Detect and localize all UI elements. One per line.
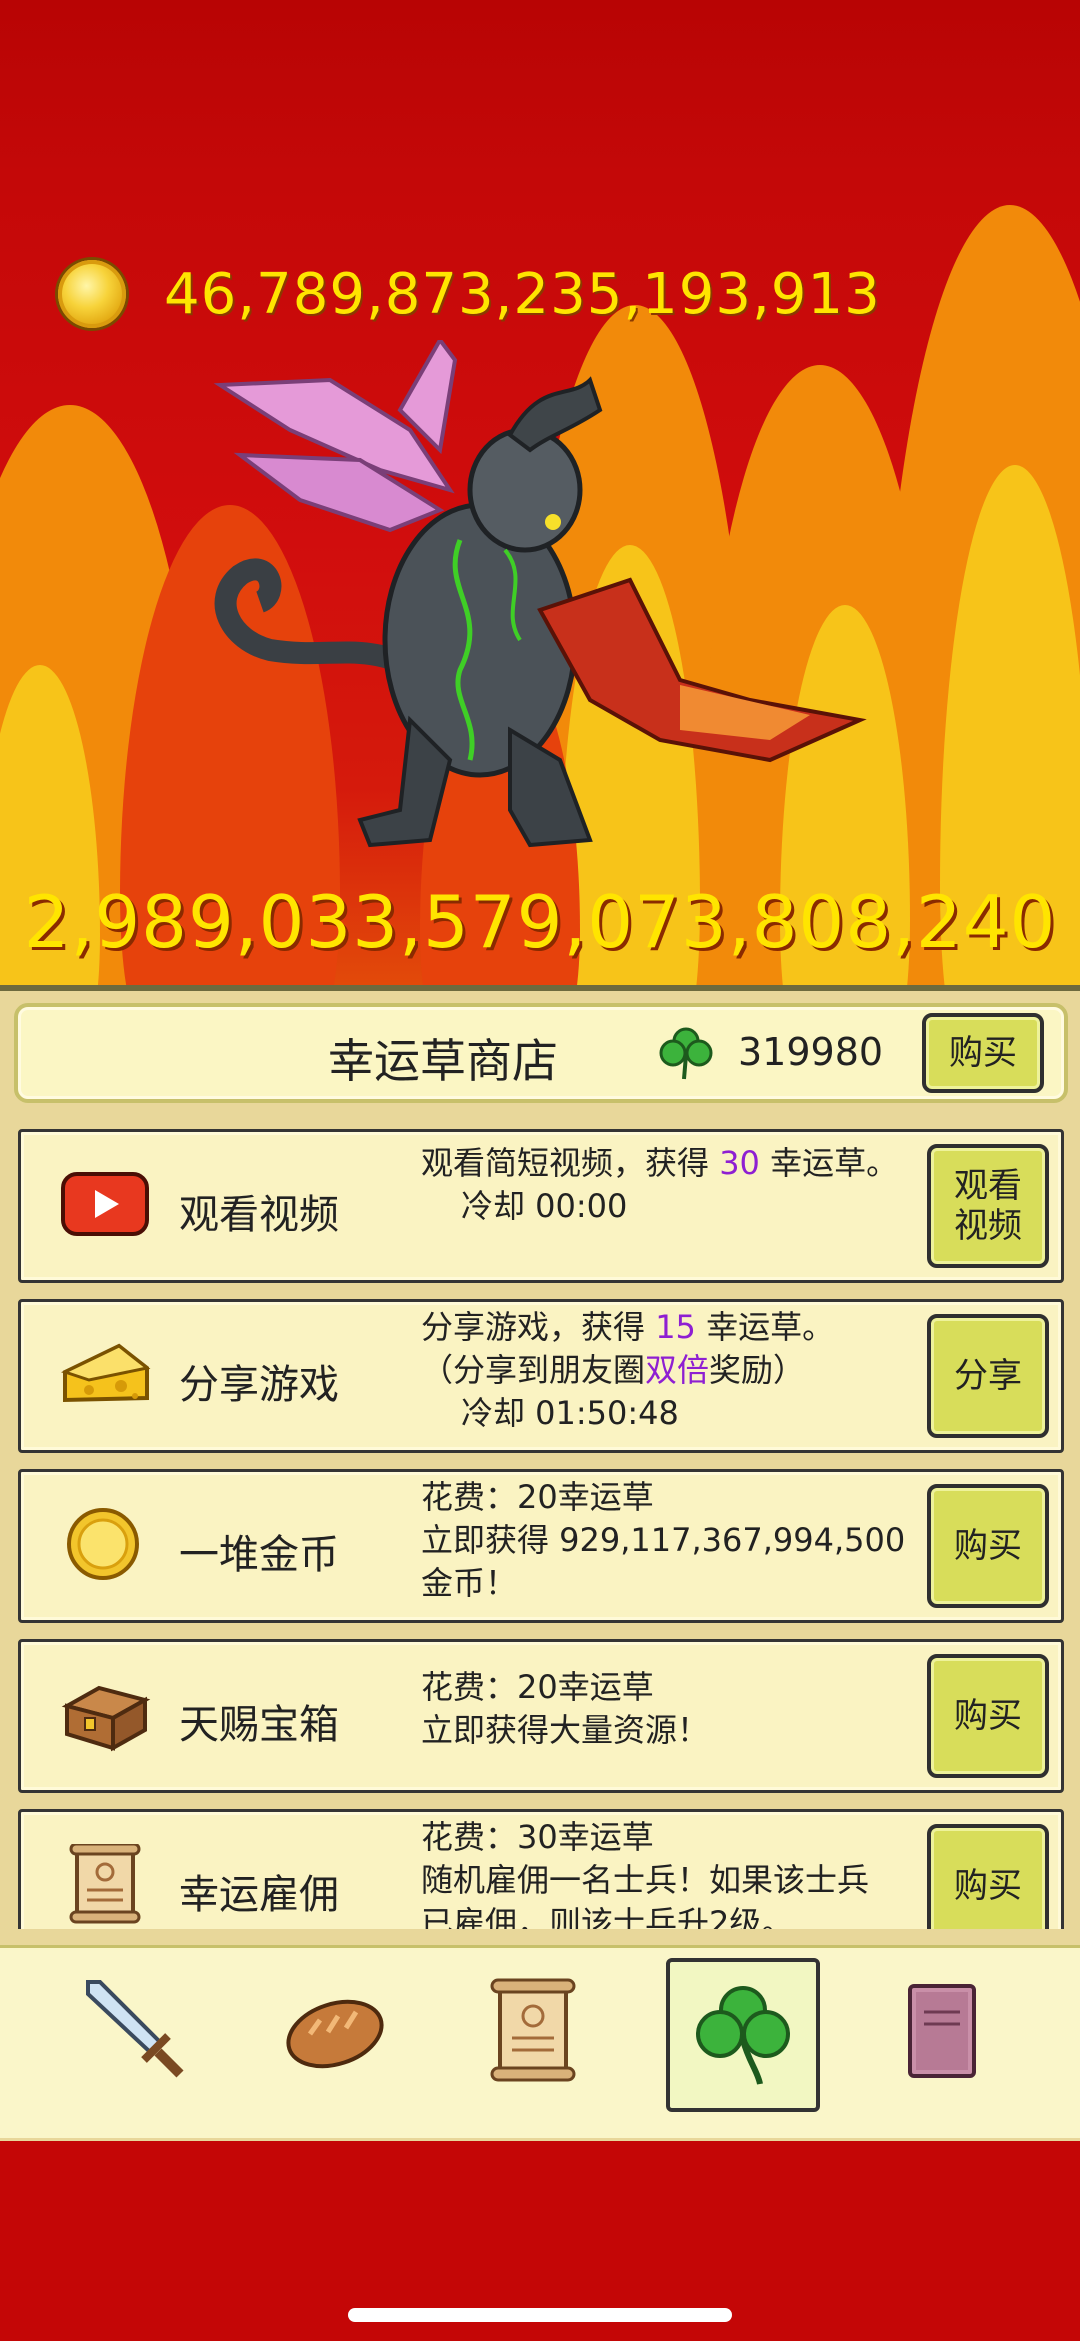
- scroll-icon: [69, 1844, 141, 1924]
- reward-amount: 30: [719, 1144, 760, 1182]
- desc-text: 观看简短视频，获得: [421, 1144, 720, 1182]
- scroll-icon: [490, 1978, 576, 2082]
- gold-amount: 46,789,873,235,193,913: [164, 261, 881, 327]
- monster-hp: 2,989,033,579,073,808,240: [23, 880, 1057, 964]
- tab-hire[interactable]: [460, 1958, 606, 2104]
- book-icon: [908, 1984, 976, 2078]
- item-description: 花费：20幸运草 立即获得大量资源！: [421, 1666, 709, 1752]
- cheese-icon: [61, 1343, 151, 1403]
- item-name: 一堆金币: [179, 1532, 339, 1578]
- tab-weapons[interactable]: [64, 1958, 210, 2104]
- item-name: 天赐宝箱: [179, 1702, 339, 1748]
- shop-item-gold-pile: 一堆金币 花费：20幸运草 立即获得 929,117,367,994,500 金…: [18, 1469, 1064, 1623]
- cost-text: 花费：20幸运草: [421, 1668, 654, 1706]
- desc-text: 幸运草。: [759, 1144, 899, 1182]
- shop-item-lucky-hire: 幸运雇佣 花费：30幸运草 随机雇佣一名士兵！如果该士兵 已雇佣，则该士兵升2级…: [18, 1809, 1064, 1929]
- clover-icon: [696, 1986, 790, 2085]
- shop-header: 幸运草商店 319980 购买: [14, 1003, 1068, 1103]
- clover-icon: [659, 1027, 713, 1080]
- watch-video-button[interactable]: 观看 视频: [927, 1144, 1049, 1268]
- desc-text: （分享到朋友圈: [421, 1351, 646, 1389]
- battle-scene: 46,789,873,235,193,913 2,989,033,579,073…: [0, 0, 1080, 985]
- gold-counter: 46,789,873,235,193,913: [58, 258, 881, 330]
- shop-item-treasure-chest: 天赐宝箱 花费：20幸运草 立即获得大量资源！ 购买: [18, 1639, 1064, 1793]
- desc-text: 已雇佣，则该士兵升2级。: [421, 1904, 794, 1929]
- desc-text: 分享游戏，获得: [421, 1308, 656, 1346]
- item-name: 分享游戏: [179, 1362, 339, 1408]
- reward-amount: 15: [655, 1308, 696, 1346]
- sword-icon: [86, 1980, 184, 2078]
- share-button[interactable]: 分享: [927, 1314, 1049, 1438]
- desc-text: 立即获得大量资源！: [421, 1711, 710, 1749]
- dragon-monster[interactable]: [210, 340, 870, 860]
- bonus-highlight: 双倍: [645, 1351, 710, 1389]
- desc-text: 立即获得 929,117,367,994,500: [421, 1521, 906, 1559]
- shop-item-share-game: 分享游戏 分享游戏，获得 15 幸运草。 （分享到朋友圈双倍奖励） 冷却 01:…: [18, 1299, 1064, 1453]
- desc-text: 随机雇佣一名士兵！如果该士兵: [421, 1861, 870, 1899]
- shop-title: 幸运草商店: [328, 1034, 558, 1088]
- desc-text: 奖励）: [709, 1351, 806, 1389]
- item-description: 观看简短视频，获得 30 幸运草。 冷却 00:00: [421, 1142, 898, 1228]
- button-label: 视频: [954, 1206, 1022, 1246]
- video-play-icon: [61, 1172, 149, 1236]
- desc-text: 幸运草。: [695, 1308, 835, 1346]
- buy-gold-button[interactable]: 购买: [927, 1484, 1049, 1608]
- cost-text: 花费：20幸运草: [421, 1478, 654, 1516]
- item-description: 花费：20幸运草 立即获得 929,117,367,994,500 金币！: [421, 1476, 905, 1605]
- cooldown-text: 冷却 01:50:48: [461, 1394, 679, 1432]
- buy-hire-button[interactable]: 购买: [927, 1824, 1049, 1929]
- buy-chest-button[interactable]: 购买: [927, 1654, 1049, 1778]
- treasure-chest-icon: [61, 1685, 151, 1752]
- home-indicator[interactable]: [348, 2308, 732, 2322]
- tab-supplies[interactable]: [262, 1958, 408, 2104]
- clover-balance: 319980: [738, 1030, 884, 1074]
- bottom-tab-bar: [0, 1945, 1080, 2138]
- cooldown-text: 冷却 00:00: [461, 1187, 628, 1225]
- shop-item-list[interactable]: 观看视频 观看简短视频，获得 30 幸运草。 冷却 00:00 观看 视频 分享游…: [0, 1129, 1080, 1929]
- buy-clover-button[interactable]: 购买: [922, 1013, 1044, 1093]
- tab-clover-shop[interactable]: [666, 1958, 820, 2112]
- item-name: 幸运雇佣: [179, 1872, 339, 1918]
- cost-text: 花费：30幸运草: [421, 1818, 654, 1856]
- shop-item-watch-video: 观看视频 观看简短视频，获得 30 幸运草。 冷却 00:00 观看 视频: [18, 1129, 1064, 1283]
- tab-codex[interactable]: [868, 1958, 1014, 2104]
- gold-coin-icon: [67, 1508, 139, 1580]
- item-description: 分享游戏，获得 15 幸运草。 （分享到朋友圈双倍奖励） 冷却 01:50:48: [421, 1306, 834, 1435]
- item-name: 观看视频: [179, 1192, 339, 1238]
- button-label: 观看: [954, 1166, 1022, 1206]
- item-description: 花费：30幸运草 随机雇佣一名士兵！如果该士兵 已雇佣，则该士兵升2级。: [421, 1816, 869, 1929]
- gold-coin-icon: [58, 260, 126, 328]
- bread-icon: [286, 1999, 384, 2069]
- desc-text: 金币！: [421, 1564, 518, 1602]
